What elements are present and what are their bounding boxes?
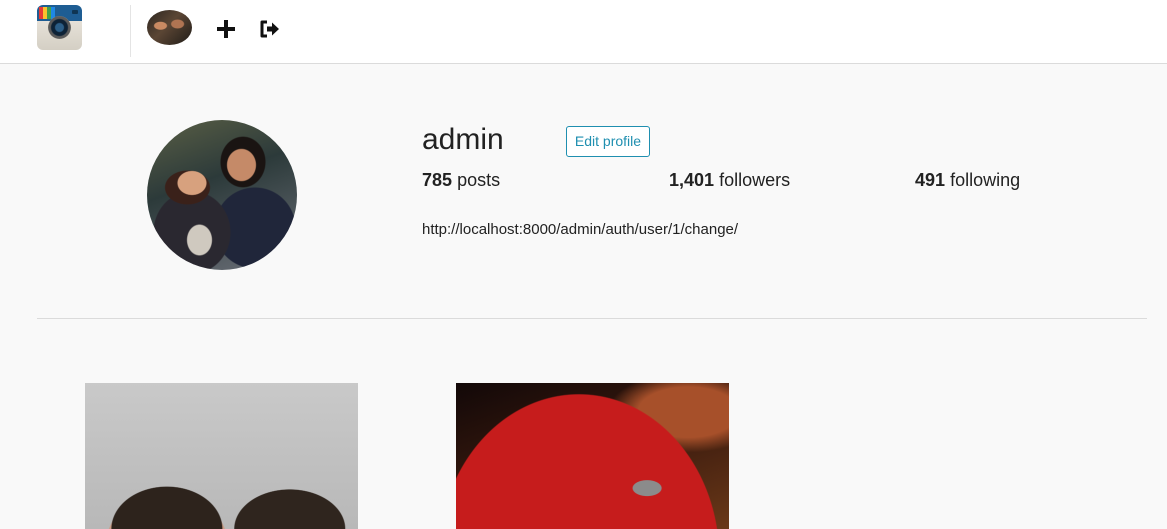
- edit-profile-button[interactable]: Edit profile: [566, 126, 650, 157]
- bio-link[interactable]: http://localhost:8000/admin/auth/user/1/…: [422, 221, 738, 239]
- post-thumbnail[interactable]: [456, 383, 729, 529]
- top-navbar: [0, 0, 1167, 64]
- plus-icon[interactable]: [214, 17, 238, 41]
- posts-count-stat: 785 posts: [422, 170, 500, 190]
- nav-divider: [130, 5, 131, 57]
- camera-logo-icon[interactable]: [37, 5, 82, 50]
- followers-count-stat[interactable]: 1,401 followers: [669, 170, 790, 190]
- posts-label: posts: [457, 170, 501, 190]
- nav-avatar[interactable]: [147, 10, 192, 45]
- followers-count: 1,401: [669, 170, 715, 190]
- followers-label: followers: [719, 170, 791, 190]
- section-divider: [37, 318, 1147, 319]
- following-count-stat[interactable]: 491 following: [915, 170, 1020, 190]
- profile-picture[interactable]: [147, 120, 297, 270]
- following-count: 491: [915, 170, 946, 190]
- following-label: following: [950, 170, 1021, 190]
- sign-out-icon[interactable]: [258, 17, 282, 41]
- logo-lens: [48, 16, 71, 39]
- profile-username: admin: [422, 123, 504, 156]
- logo-flash: [72, 10, 78, 14]
- post-thumbnail[interactable]: [85, 383, 358, 529]
- posts-count: 785: [422, 170, 453, 190]
